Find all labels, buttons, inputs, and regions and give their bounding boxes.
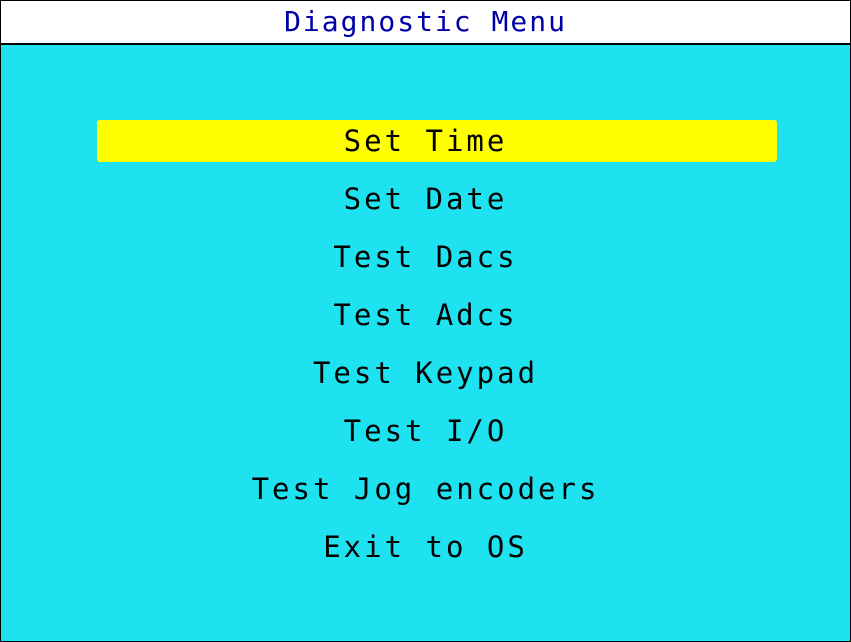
menu-item-test-dacs[interactable]: Test Dacs (1, 235, 850, 279)
menu-item-test-jog-encoders[interactable]: Test Jog encoders (1, 467, 850, 511)
menu-item-label: Test Keypad (312, 356, 539, 390)
menu-item-test-keypad[interactable]: Test Keypad (1, 351, 850, 395)
menu-item-label: Test I/O (343, 414, 508, 448)
menu-item-label: Set Time (343, 124, 508, 158)
diagnostic-menu: Set Time Set Date Test Dacs Test Adcs Te… (1, 119, 850, 583)
menu-item-label: Test Jog encoders (251, 472, 600, 506)
diagnostic-screen: Diagnostic Menu Set Time Set Date Test D… (0, 0, 851, 642)
menu-item-test-adcs[interactable]: Test Adcs (1, 293, 850, 337)
menu-title: Diagnostic Menu (284, 5, 567, 38)
menu-item-exit-to-os[interactable]: Exit to OS (1, 525, 850, 569)
menu-item-label: Set Date (343, 182, 508, 216)
title-bar: Diagnostic Menu (1, 1, 850, 45)
menu-item-label: Exit to OS (323, 530, 528, 564)
menu-item-test-io[interactable]: Test I/O (1, 409, 850, 453)
menu-item-set-date[interactable]: Set Date (1, 177, 850, 221)
menu-item-label: Test Dacs (333, 240, 518, 274)
menu-item-set-time[interactable]: Set Time (1, 119, 850, 163)
menu-item-label: Test Adcs (333, 298, 518, 332)
